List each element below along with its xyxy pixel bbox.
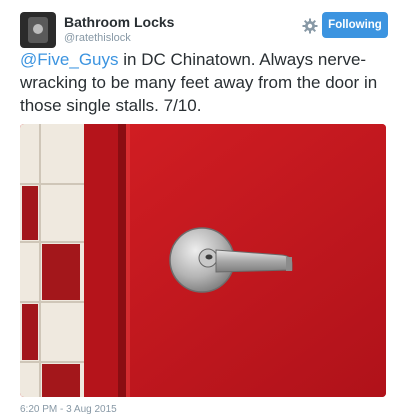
- gear-icon[interactable]: [300, 16, 320, 36]
- user-handle[interactable]: @ratethislock: [64, 32, 131, 44]
- avatar[interactable]: [20, 12, 56, 48]
- following-button[interactable]: Following: [322, 12, 388, 38]
- tweet-timestamp[interactable]: 6:20 PM - 3 Aug 2015: [20, 404, 117, 415]
- tweet-text: @Five_Guys in DC Chinatown. Always nerve…: [20, 48, 390, 117]
- tweet-photo[interactable]: [20, 124, 386, 397]
- mention-link[interactable]: @Five_Guys: [20, 50, 119, 69]
- display-name[interactable]: Bathroom Locks: [64, 14, 174, 30]
